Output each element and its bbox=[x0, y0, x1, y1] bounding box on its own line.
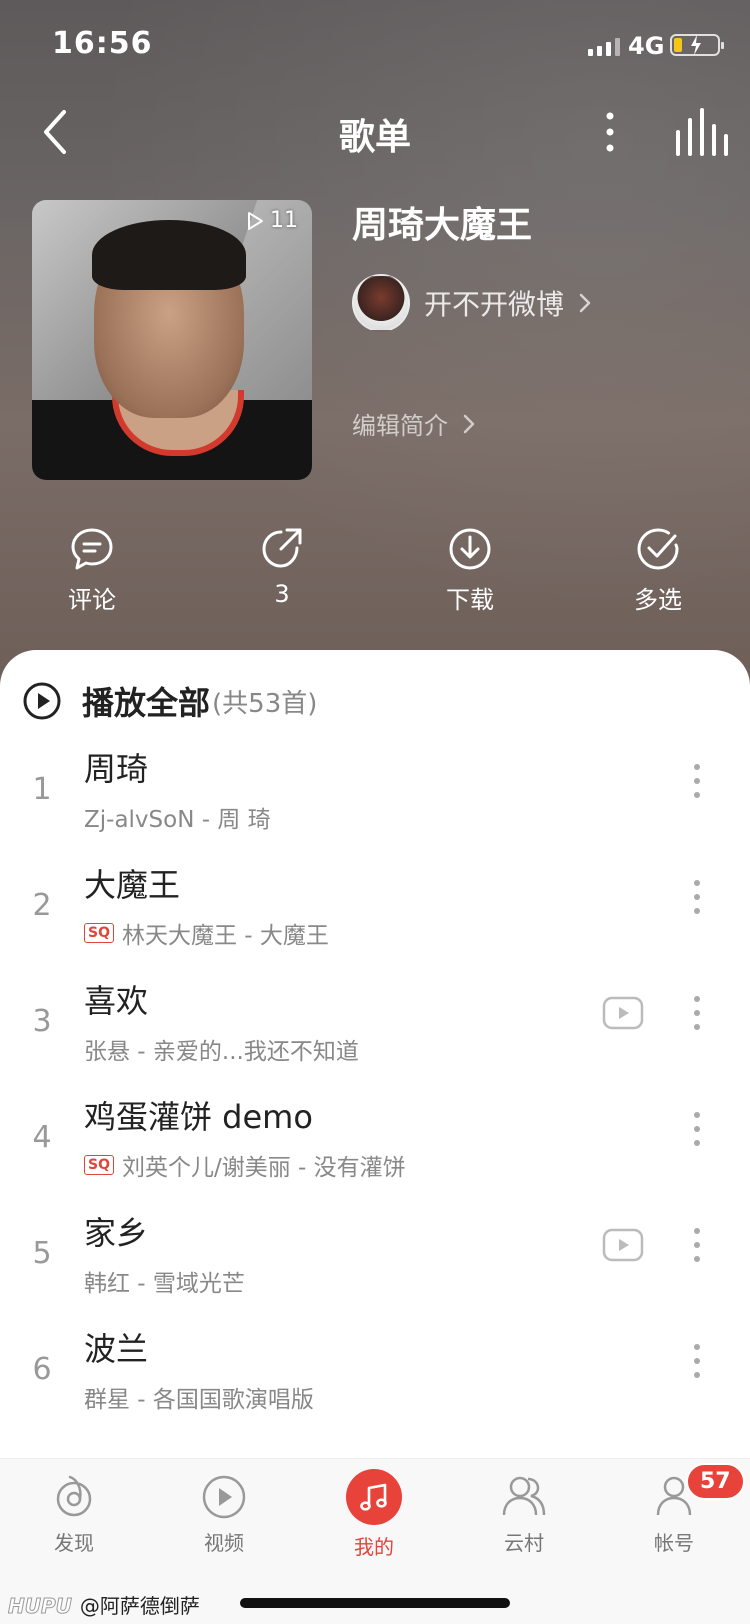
song-number: 4 bbox=[32, 1120, 52, 1155]
mv-play-icon[interactable] bbox=[602, 996, 644, 1030]
tab-video-label: 视频 bbox=[204, 1531, 244, 1555]
status-time: 16:56 bbox=[52, 26, 153, 61]
discover-icon bbox=[56, 1475, 92, 1517]
nav-header: 歌单 bbox=[0, 96, 750, 168]
tab-village-label: 云村 bbox=[504, 1531, 544, 1555]
play-all-button[interactable]: 播放全部 (共53首) bbox=[22, 678, 317, 724]
notification-badge: 57 bbox=[686, 1463, 745, 1500]
play-count-value: 11 bbox=[270, 208, 298, 233]
playlist-cover[interactable]: 11 bbox=[32, 200, 312, 480]
multi-select-button[interactable]: 多选 bbox=[598, 526, 718, 615]
share-icon bbox=[262, 528, 302, 568]
tab-mine-label: 我的 bbox=[354, 1535, 394, 1559]
page-title: 歌单 bbox=[338, 117, 411, 158]
signal-icon bbox=[588, 38, 620, 56]
playlist-name: 周琦大魔王 bbox=[352, 205, 533, 246]
song-title: 周琦 bbox=[84, 750, 149, 788]
song-number: 5 bbox=[32, 1236, 52, 1271]
song-row[interactable]: 3 喜欢张悬 - 亲爱的...我还不知道 bbox=[0, 966, 750, 1086]
song-meta-text: Zj-alvSoN - 周 琦 bbox=[84, 807, 271, 833]
more-button[interactable] bbox=[590, 102, 630, 162]
watermark-user: @阿萨德倒萨 bbox=[79, 1594, 200, 1618]
song-artist-album: 张悬 - 亲爱的...我还不知道 bbox=[84, 1032, 359, 1066]
status-bar: 16:56 4G bbox=[0, 0, 750, 90]
song-row[interactable]: 5 家乡韩红 - 雪域光芒 bbox=[0, 1198, 750, 1318]
tab-video[interactable]: 视频 bbox=[164, 1469, 284, 1556]
chevron-right-icon bbox=[579, 293, 591, 313]
song-artist-album: 韩红 - 雪域光芒 bbox=[84, 1264, 245, 1298]
download-button[interactable]: 下载 bbox=[410, 526, 530, 615]
creator-name: 开不开微博 bbox=[424, 288, 565, 321]
comment-button[interactable]: 评论 bbox=[32, 526, 152, 615]
sq-badge: SQ bbox=[84, 923, 114, 943]
video-icon bbox=[202, 1475, 246, 1519]
song-meta-text: 刘英个儿/谢美丽 - 没有灌饼 bbox=[121, 1155, 406, 1181]
song-artist-album: SQ 林天大魔王 - 大魔王 bbox=[84, 916, 329, 950]
watermark: HUPU @阿萨德倒萨 bbox=[8, 1590, 200, 1619]
tab-account-label: 帐号 bbox=[654, 1531, 694, 1555]
song-title: 家乡 bbox=[84, 1214, 149, 1252]
song-number: 2 bbox=[32, 888, 52, 923]
share-button[interactable]: 3 bbox=[222, 526, 342, 608]
more-vertical-icon bbox=[606, 112, 614, 152]
song-row[interactable]: 4 鸡蛋灌饼 demo SQ 刘英个儿/谢美丽 - 没有灌饼 bbox=[0, 1082, 750, 1202]
more-vertical-icon[interactable] bbox=[682, 756, 712, 806]
song-number: 3 bbox=[32, 1004, 52, 1039]
share-count: 3 bbox=[274, 580, 290, 608]
more-vertical-icon[interactable] bbox=[682, 872, 712, 922]
creator-link[interactable]: 开不开微博 bbox=[352, 274, 592, 332]
more-vertical-icon[interactable] bbox=[682, 1220, 712, 1270]
mv-play-icon[interactable] bbox=[602, 1228, 644, 1262]
chevron-right-icon bbox=[463, 414, 475, 433]
play-outline-icon bbox=[248, 211, 263, 230]
song-meta-text: 韩红 - 雪域光芒 bbox=[84, 1271, 245, 1297]
watermark-brand: HUPU bbox=[8, 1594, 73, 1619]
now-playing-button[interactable] bbox=[672, 106, 728, 158]
tab-discover[interactable]: 发现 bbox=[14, 1469, 134, 1556]
song-title: 喜欢 bbox=[84, 982, 149, 1020]
sq-badge: SQ bbox=[84, 1155, 114, 1175]
song-title: 鸡蛋灌饼 demo bbox=[84, 1098, 313, 1136]
avatar bbox=[352, 274, 410, 332]
song-number: 1 bbox=[32, 772, 52, 807]
multi-select-label: 多选 bbox=[634, 586, 682, 614]
play-circle-icon bbox=[23, 682, 61, 720]
more-vertical-icon[interactable] bbox=[682, 1104, 712, 1154]
tab-discover-label: 发现 bbox=[54, 1531, 94, 1555]
download-icon bbox=[449, 528, 491, 570]
song-row[interactable]: 2 大魔王 SQ 林天大魔王 - 大魔王 bbox=[0, 850, 750, 970]
tab-account[interactable]: 帐号 57 bbox=[614, 1463, 745, 1556]
song-number: 6 bbox=[32, 1352, 52, 1387]
edit-intro-link[interactable]: 编辑简介 bbox=[352, 406, 476, 441]
check-circle-icon bbox=[637, 528, 679, 570]
more-vertical-icon[interactable] bbox=[682, 1336, 712, 1386]
tab-mine[interactable]: 我的 bbox=[314, 1469, 434, 1560]
music-note-icon bbox=[346, 1469, 402, 1525]
song-title: 大魔王 bbox=[84, 866, 181, 904]
song-title: 波兰 bbox=[84, 1330, 149, 1368]
song-artist-album: SQ 刘英个儿/谢美丽 - 没有灌饼 bbox=[84, 1148, 406, 1182]
comment-icon bbox=[71, 528, 113, 570]
home-indicator[interactable] bbox=[240, 1598, 510, 1608]
equalizer-icon bbox=[676, 108, 728, 156]
network-type: 4G bbox=[628, 32, 665, 60]
song-meta-text: 张悬 - 亲爱的...我还不知道 bbox=[84, 1039, 359, 1065]
play-all-count: (共53首) bbox=[212, 688, 318, 719]
play-count: 11 bbox=[246, 208, 298, 233]
more-vertical-icon[interactable] bbox=[682, 988, 712, 1038]
song-meta-text: 群星 - 各国国歌演唱版 bbox=[84, 1387, 314, 1413]
song-artist-album: 群星 - 各国国歌演唱版 bbox=[84, 1380, 314, 1414]
battery-icon bbox=[670, 34, 724, 56]
action-row: 评论 3 下载 多选 bbox=[0, 526, 750, 616]
play-all-label: 播放全部 bbox=[82, 684, 211, 722]
comment-label: 评论 bbox=[68, 586, 116, 614]
song-row[interactable]: 6 波兰群星 - 各国国歌演唱版 bbox=[0, 1314, 750, 1434]
song-meta-text: 林天大魔王 - 大魔王 bbox=[121, 923, 329, 949]
download-label: 下载 bbox=[446, 586, 494, 614]
song-artist-album: Zj-alvSoN - 周 琦 bbox=[84, 800, 271, 834]
edit-intro-label: 编辑简介 bbox=[352, 412, 448, 440]
tab-village[interactable]: 云村 bbox=[464, 1469, 584, 1556]
song-row[interactable]: 1 周琦 Zj-alvSoN - 周 琦 bbox=[0, 734, 750, 854]
community-icon bbox=[502, 1476, 546, 1516]
